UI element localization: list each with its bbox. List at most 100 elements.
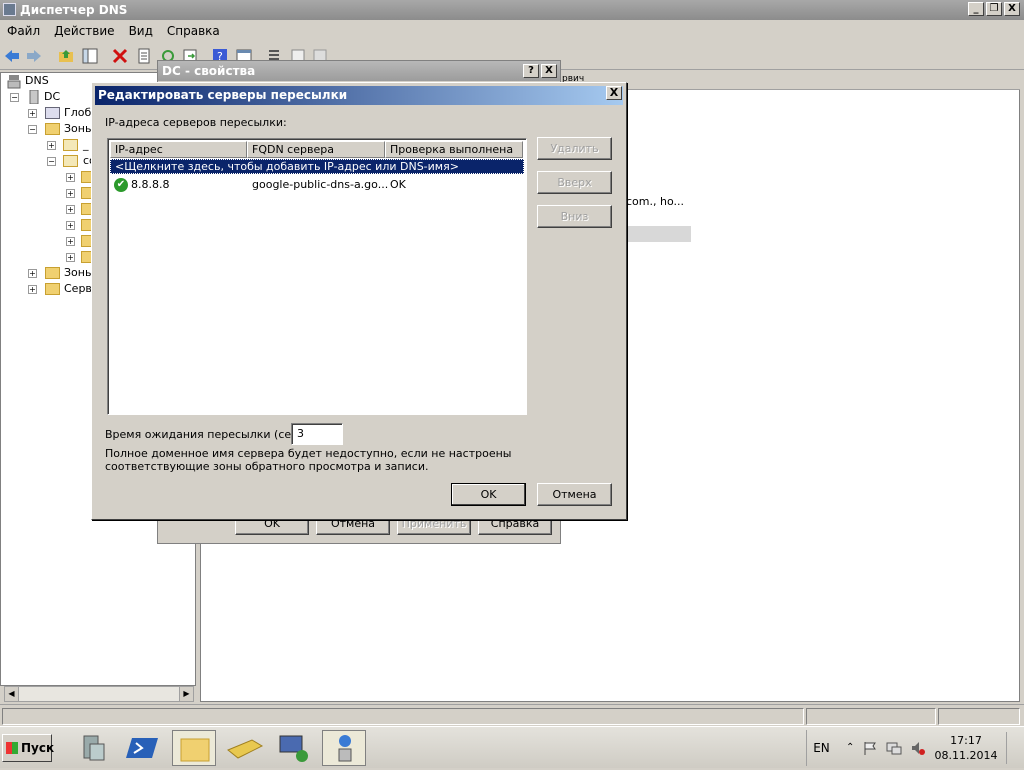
taskbar-server-manager[interactable] xyxy=(72,730,116,766)
server-icon xyxy=(29,90,39,104)
dialog-title: Редактировать серверы пересылки xyxy=(98,88,348,102)
props-titlebar[interactable]: DC - свойства xyxy=(158,61,560,81)
move-up-button[interactable]: Вверх xyxy=(537,171,612,194)
taskbar-app[interactable] xyxy=(222,730,266,766)
dns-manager-icon xyxy=(3,3,16,16)
timeout-label: Время ожидания пересылки (сек): xyxy=(105,428,306,441)
zone-icon xyxy=(63,155,78,167)
remote-desktop-icon xyxy=(279,735,308,762)
close-button[interactable]: X xyxy=(1004,2,1020,16)
zone-icon xyxy=(63,139,78,151)
collapse-icon[interactable]: − xyxy=(28,125,37,134)
delete-button[interactable]: Удалить xyxy=(537,137,612,160)
expand-icon[interactable]: + xyxy=(28,285,37,294)
menu-help[interactable]: Справка xyxy=(160,20,227,42)
scroll-right-icon[interactable]: ▶ xyxy=(179,687,193,701)
details-column-header[interactable]: рвич xyxy=(560,72,1020,90)
column-header-ip[interactable]: IP-адрес xyxy=(110,141,247,158)
dialog-close-button[interactable]: X xyxy=(606,86,622,100)
global-logs-icon xyxy=(45,107,60,119)
folder-icon xyxy=(45,123,60,135)
powershell-icon xyxy=(126,738,158,758)
menu-file[interactable]: Файл xyxy=(0,20,47,42)
forwarders-list-label: IP-адреса серверов пересылки: xyxy=(105,116,287,129)
collapse-icon[interactable]: − xyxy=(10,93,19,102)
drive-icon xyxy=(227,739,264,759)
fqdn-note: Полное доменное имя сервера будет недост… xyxy=(105,447,512,473)
scroll-left-icon[interactable]: ◀ xyxy=(5,687,19,701)
show-desktop-button[interactable] xyxy=(1006,732,1022,764)
action-center-flag-icon[interactable] xyxy=(862,740,878,756)
add-forwarder-row[interactable]: <Щелкните здесь, чтобы добавить IP-адрес… xyxy=(110,159,524,174)
timeout-input[interactable]: 3 xyxy=(291,423,343,445)
tree-server-dc[interactable]: DC xyxy=(44,89,60,105)
clock[interactable]: 17:17 08.11.2014 xyxy=(930,733,1002,763)
start-button[interactable]: Пуск xyxy=(2,734,54,762)
check-ok-icon: ✔ xyxy=(114,178,128,192)
forwarder-status[interactable]: OK xyxy=(390,177,406,193)
expand-icon[interactable]: + xyxy=(66,221,75,230)
clock-date: 08.11.2014 xyxy=(934,749,998,762)
show-hidden-icons-icon[interactable]: ⌃ xyxy=(846,742,854,753)
expand-icon[interactable]: + xyxy=(28,269,37,278)
clock-time: 17:17 xyxy=(950,734,982,747)
dns-icon xyxy=(7,75,21,89)
collapse-icon[interactable]: − xyxy=(47,157,56,166)
expand-icon[interactable]: + xyxy=(66,253,75,262)
ok-button[interactable]: OK xyxy=(451,483,526,506)
expand-icon[interactable]: + xyxy=(47,141,56,150)
forward-icon[interactable] xyxy=(26,48,42,64)
windows-logo-icon xyxy=(6,742,18,754)
expand-icon[interactable]: + xyxy=(28,109,37,118)
expand-icon[interactable]: + xyxy=(66,173,75,182)
window-titlebar[interactable]: Диспетчер DNS _ ❐ X xyxy=(0,0,1024,20)
move-down-button[interactable]: Вниз xyxy=(537,205,612,228)
taskbar-powershell[interactable] xyxy=(122,730,166,766)
up-folder-icon[interactable] xyxy=(58,48,74,64)
props-close-button[interactable]: X xyxy=(541,64,557,78)
menu-view[interactable]: Вид xyxy=(122,20,160,42)
show-tree-icon[interactable] xyxy=(82,48,98,64)
tree-root-dns[interactable]: DNS xyxy=(25,73,49,89)
props-title: DC - свойства xyxy=(162,64,256,78)
minimize-button[interactable]: _ xyxy=(968,2,984,16)
system-tray: EN ⌃ 17:17 08.11.2014 xyxy=(806,730,1024,766)
menu-bar: Файл Действие Вид Справка xyxy=(0,20,1024,42)
window-title: Диспетчер DNS xyxy=(20,3,128,17)
volume-muted-icon[interactable] xyxy=(910,740,926,756)
forwarder-fqdn[interactable]: google-public-dns-a.go... xyxy=(252,177,388,193)
folder-icon xyxy=(45,283,60,295)
status-cell xyxy=(2,708,804,725)
explorer-folder-icon xyxy=(180,738,210,762)
dialog-titlebar[interactable]: Редактировать серверы пересылки xyxy=(95,86,623,105)
expand-icon[interactable]: + xyxy=(66,205,75,214)
forwarder-ip[interactable]: 8.8.8.8 xyxy=(131,177,169,193)
network-icon[interactable] xyxy=(886,740,902,756)
delete-icon[interactable] xyxy=(112,48,128,64)
taskbar-remote[interactable] xyxy=(272,730,316,766)
details-selected-row[interactable] xyxy=(626,226,691,242)
dns-manager-icon xyxy=(338,735,352,762)
expand-icon[interactable]: + xyxy=(66,189,75,198)
tree-horizontal-scrollbar[interactable]: ◀ ▶ xyxy=(4,686,194,702)
cancel-button[interactable]: Отмена xyxy=(537,483,612,506)
tree-item-reverse-zones[interactable]: Зоны xyxy=(64,265,94,281)
maximize-button[interactable]: ❐ xyxy=(986,2,1002,16)
status-bar xyxy=(0,704,1024,726)
back-icon[interactable] xyxy=(4,48,20,64)
properties-icon[interactable] xyxy=(136,48,152,64)
column-header-validated[interactable]: Проверка выполнена xyxy=(385,141,523,158)
taskbar-dns-manager[interactable] xyxy=(322,730,366,766)
menu-action[interactable]: Действие xyxy=(47,20,121,42)
language-indicator[interactable]: EN xyxy=(806,730,836,766)
column-header-fqdn[interactable]: FQDN сервера xyxy=(247,141,385,158)
forwarders-list[interactable]: IP-адрес FQDN сервера Проверка выполнена… xyxy=(107,138,527,415)
tree-item-forward-zones[interactable]: Зоны xyxy=(64,121,94,137)
status-cell xyxy=(806,708,936,725)
tree-item-msdcs[interactable]: _ xyxy=(83,137,89,153)
taskbar-explorer[interactable] xyxy=(172,730,216,766)
expand-icon[interactable]: + xyxy=(66,237,75,246)
status-cell xyxy=(938,708,1020,725)
props-help-button[interactable]: ? xyxy=(523,64,539,78)
folder-icon xyxy=(45,267,60,279)
